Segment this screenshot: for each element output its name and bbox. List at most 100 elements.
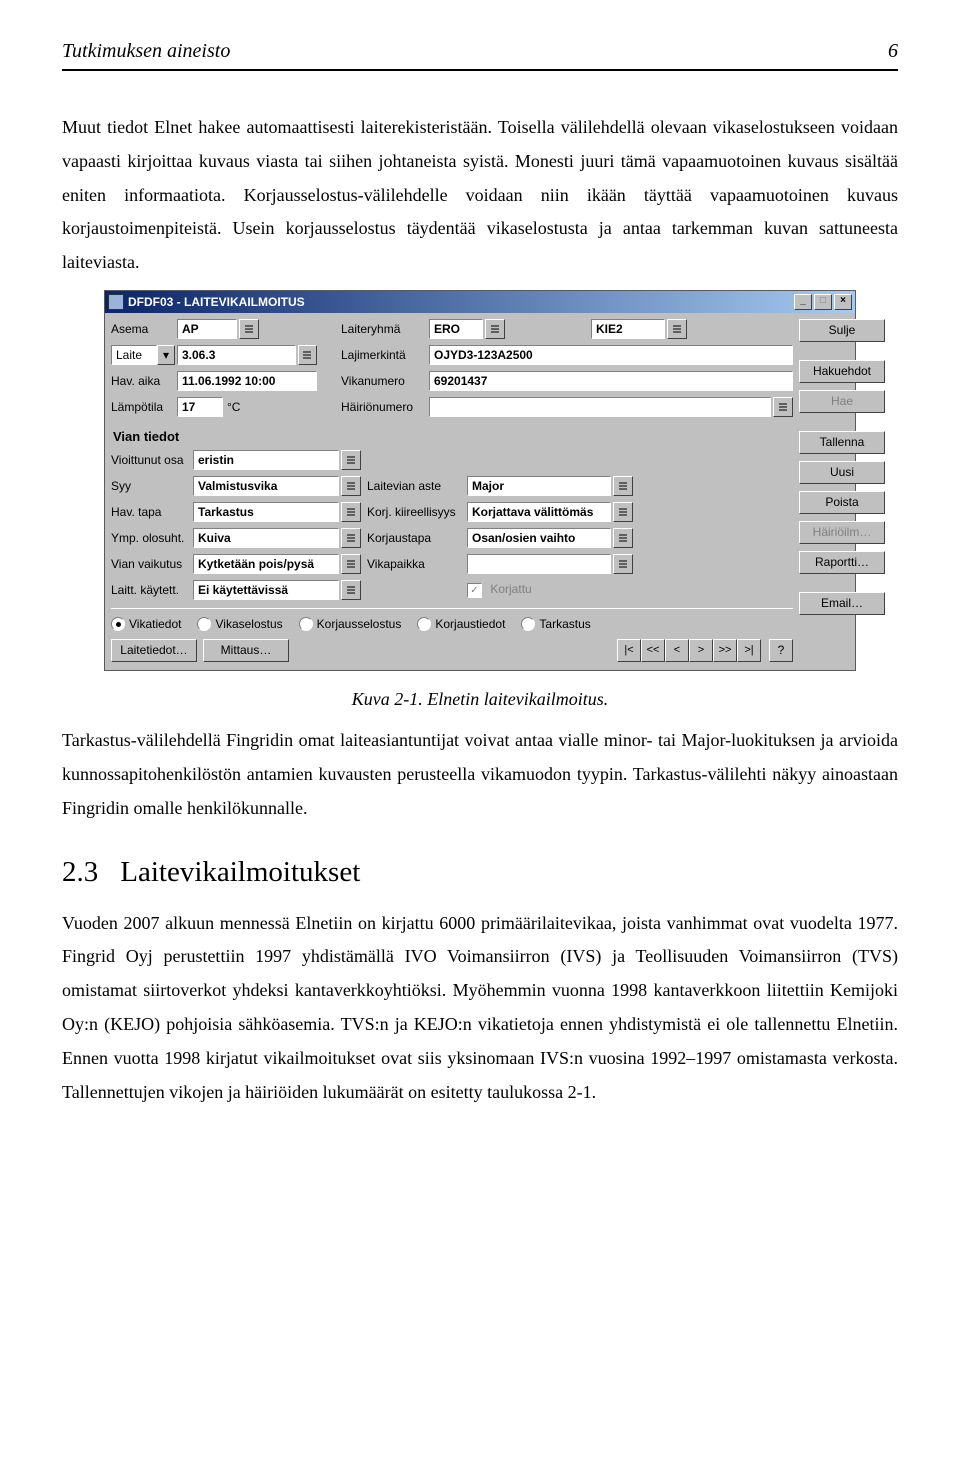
mittaus-button[interactable]: Mittaus… bbox=[203, 639, 289, 662]
vioittunut-picker[interactable] bbox=[341, 450, 361, 470]
list-icon bbox=[302, 350, 312, 360]
radio-korjaustiedot[interactable]: Korjaustiedot bbox=[417, 617, 505, 631]
syy-picker[interactable] bbox=[341, 476, 361, 496]
asema-picker[interactable] bbox=[239, 319, 259, 339]
header-section: Tutkimuksen aineisto bbox=[62, 40, 230, 63]
vian-tiedot-heading: Vian tiedot bbox=[113, 429, 793, 444]
chevron-down-icon[interactable]: ▾ bbox=[157, 345, 175, 365]
syy-input[interactable]: Valmistusvika bbox=[193, 476, 339, 496]
list-icon bbox=[346, 507, 356, 517]
radio-vikatiedot[interactable]: Vikatiedot bbox=[111, 617, 181, 631]
section-number: 2.3 bbox=[62, 856, 98, 888]
titlebar: DFDF03 - LAITEVIKAILMOITUS _ □ × bbox=[105, 291, 855, 313]
laittkayt-picker[interactable] bbox=[341, 580, 361, 600]
uusi-button[interactable]: Uusi bbox=[799, 461, 885, 484]
list-icon bbox=[244, 324, 254, 334]
korjkiir-picker[interactable] bbox=[613, 502, 633, 522]
laitetiedot-button[interactable]: Laitetiedot… bbox=[111, 639, 197, 662]
body-paragraph-2: Tarkastus-välilehdellä Fingridin omat la… bbox=[62, 724, 898, 825]
nav-first-button[interactable]: |< bbox=[617, 639, 641, 662]
korjkiir-input[interactable]: Korjattava välittömäs bbox=[467, 502, 611, 522]
radio-tarkastus-label: Tarkastus bbox=[539, 617, 590, 631]
label-celsius: °C bbox=[227, 400, 240, 414]
vianvaik-input[interactable]: Kytketään pois/pysä bbox=[193, 554, 339, 574]
nav-last-button[interactable]: >| bbox=[737, 639, 761, 662]
korjaustapa-input[interactable]: Osan/osien vaihto bbox=[467, 528, 611, 548]
laittkayt-input[interactable]: Ei käytettävissä bbox=[193, 580, 339, 600]
havaika-input[interactable]: 11.06.1992 10:00 bbox=[177, 371, 317, 391]
section-title: Laitevikailmoitukset bbox=[120, 856, 360, 888]
lajimerkinta-input[interactable]: OJYD3-123A2500 bbox=[429, 345, 793, 365]
laiteryhma2-input[interactable]: KIE2 bbox=[591, 319, 665, 339]
raportti-button[interactable]: Raportti… bbox=[799, 551, 885, 574]
label-laittkayt: Laitt. käytett. bbox=[111, 583, 191, 597]
list-icon bbox=[346, 533, 356, 543]
help-button[interactable]: ? bbox=[769, 639, 793, 662]
label-vikanumero: Vikanumero bbox=[341, 374, 429, 388]
label-korjaustapa: Korjaustapa bbox=[367, 531, 465, 545]
label-havaika: Hav. aika bbox=[111, 374, 177, 388]
radio-vikatiedot-label: Vikatiedot bbox=[129, 617, 181, 631]
laiteryhma1-picker[interactable] bbox=[485, 319, 505, 339]
laite-input[interactable]: 3.06.3 bbox=[177, 345, 296, 365]
list-icon bbox=[490, 324, 500, 334]
laiteryhma2-picker[interactable] bbox=[667, 319, 687, 339]
label-syy: Syy bbox=[111, 479, 191, 493]
asema-input[interactable]: AP bbox=[177, 319, 237, 339]
tab-radio-row: Vikatiedot Vikaselostus Korjausselostus … bbox=[111, 608, 793, 631]
vikanumero-input[interactable]: 69201437 bbox=[429, 371, 793, 391]
laiteryhma1-input[interactable]: ERO bbox=[429, 319, 483, 339]
list-icon bbox=[618, 533, 628, 543]
minimize-button[interactable]: _ bbox=[794, 294, 812, 310]
label-havtapa: Hav. tapa bbox=[111, 505, 191, 519]
list-icon bbox=[778, 402, 788, 412]
list-icon bbox=[346, 455, 356, 465]
laite-label-combo[interactable]: Laite bbox=[111, 345, 157, 365]
nav-next-button[interactable]: > bbox=[689, 639, 713, 662]
dialog-window: DFDF03 - LAITEVIKAILMOITUS _ □ × Asema A… bbox=[104, 290, 856, 671]
label-vianvaik: Vian vaikutus bbox=[111, 557, 191, 571]
body-paragraph-1: Muut tiedot Elnet hakee automaattisesti … bbox=[62, 111, 898, 280]
radio-vikaselostus[interactable]: Vikaselostus bbox=[197, 617, 282, 631]
hae-button: Hae bbox=[799, 390, 885, 413]
list-icon bbox=[346, 559, 356, 569]
section-heading: 2.3 Laitevikailmoitukset bbox=[62, 856, 898, 889]
nav-nextpage-button[interactable]: >> bbox=[713, 639, 737, 662]
laite-picker[interactable] bbox=[298, 345, 317, 365]
vikapaikka-picker[interactable] bbox=[613, 554, 633, 574]
body-paragraph-3: Vuoden 2007 alkuun mennessä Elnetiin on … bbox=[62, 907, 898, 1110]
vikapaikka-input[interactable] bbox=[467, 554, 611, 574]
label-laitevian-aste: Laitevian aste bbox=[367, 479, 465, 493]
radio-korjausselostus[interactable]: Korjausselostus bbox=[299, 617, 402, 631]
sulje-button[interactable]: Sulje bbox=[799, 319, 885, 342]
lampotila-input[interactable]: 17 bbox=[177, 397, 223, 417]
hakuehdot-button[interactable]: Hakuehdot bbox=[799, 360, 885, 383]
label-lajimerkinta: Lajimerkintä bbox=[341, 348, 429, 362]
email-button[interactable]: Email… bbox=[799, 592, 885, 615]
vioittunut-input[interactable]: eristin bbox=[193, 450, 339, 470]
havtapa-input[interactable]: Tarkastus bbox=[193, 502, 339, 522]
korjattu-checkbox[interactable]: ✓ bbox=[467, 583, 482, 598]
ympolo-input[interactable]: Kuiva bbox=[193, 528, 339, 548]
ympolo-picker[interactable] bbox=[341, 528, 361, 548]
figure-caption: Kuva 2-1. Elnetin laitevikailmoitus. bbox=[62, 689, 898, 710]
havtapa-picker[interactable] bbox=[341, 502, 361, 522]
korjaustapa-picker[interactable] bbox=[613, 528, 633, 548]
tallenna-button[interactable]: Tallenna bbox=[799, 431, 885, 454]
laitevian-input[interactable]: Major bbox=[467, 476, 611, 496]
laitevian-picker[interactable] bbox=[613, 476, 633, 496]
poista-button[interactable]: Poista bbox=[799, 491, 885, 514]
list-icon bbox=[346, 585, 356, 595]
label-ympolo: Ymp. olosuht. bbox=[111, 531, 191, 545]
label-hairionumero: Häiriönumero bbox=[341, 400, 429, 414]
radio-tarkastus[interactable]: Tarkastus bbox=[521, 617, 590, 631]
close-button[interactable]: × bbox=[834, 294, 852, 310]
nav-prev-button[interactable]: < bbox=[665, 639, 689, 662]
nav-prevpage-button[interactable]: << bbox=[641, 639, 665, 662]
label-vioittunut: Vioittunut osa bbox=[111, 453, 191, 467]
radio-vikaselostus-label: Vikaselostus bbox=[215, 617, 282, 631]
hairionumero-input[interactable] bbox=[429, 397, 771, 417]
vianvaik-picker[interactable] bbox=[341, 554, 361, 574]
radio-korjausselostus-label: Korjausselostus bbox=[317, 617, 402, 631]
hairionumero-picker[interactable] bbox=[773, 397, 793, 417]
